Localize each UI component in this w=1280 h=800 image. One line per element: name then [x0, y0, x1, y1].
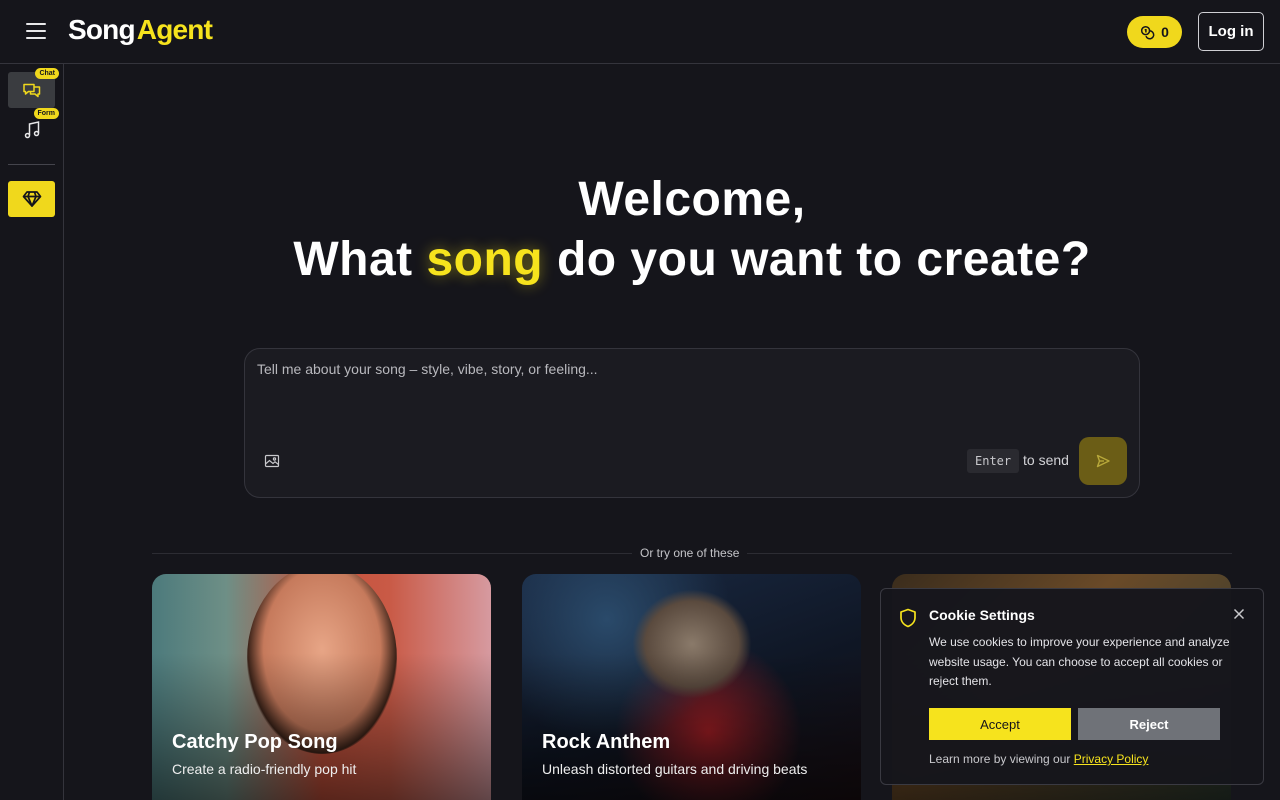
song-prompt-input[interactable] — [257, 359, 1117, 429]
sidebar-divider — [8, 164, 55, 165]
logo-song: Song — [68, 14, 136, 45]
cookie-title: Cookie Settings — [929, 607, 1035, 623]
card-title: Rock Anthem — [542, 731, 671, 753]
send-hint-text: to send — [1023, 452, 1069, 468]
cookie-foot-text: Learn more by viewing our — [929, 752, 1074, 766]
send-button[interactable] — [1079, 437, 1127, 485]
privacy-policy-link[interactable]: Privacy Policy — [1074, 752, 1149, 766]
hero-text-before: What — [293, 233, 427, 286]
menu-icon[interactable] — [26, 23, 46, 41]
image-upload-button[interactable] — [264, 453, 282, 471]
form-badge: Form — [33, 108, 59, 119]
credits-count: 0 — [1161, 24, 1169, 40]
top-header: SongAgent 0 Log in — [0, 0, 1280, 64]
cookie-settings-panel: Cookie Settings We use cookies to improv… — [880, 588, 1264, 785]
coins-icon — [1141, 25, 1155, 40]
song-prompt-box: Enter to send — [244, 348, 1140, 498]
hero-question: What song do you want to create? — [64, 230, 1280, 290]
enter-key-hint: Enter — [967, 449, 1020, 473]
suggestion-card-pop[interactable]: Catchy Pop Song Create a radio-friendly … — [152, 574, 491, 800]
suggestion-card-rock[interactable]: Rock Anthem Unleash distorted guitars an… — [522, 574, 861, 800]
sidebar-item-premium[interactable] — [8, 181, 55, 217]
diamond-icon — [22, 191, 41, 207]
reject-cookies-button[interactable]: Reject — [1078, 708, 1220, 740]
sidebar-item-chat[interactable]: Chat — [8, 68, 59, 108]
close-icon — [1233, 608, 1245, 620]
welcome-title: Welcome, — [578, 173, 806, 226]
sidebar: Chat Form — [0, 64, 64, 800]
hero-text-after: do you want to create? — [543, 233, 1091, 286]
music-note-icon — [24, 121, 39, 139]
card-title: Catchy Pop Song — [172, 731, 338, 753]
chat-badge: Chat — [35, 68, 59, 79]
close-button[interactable] — [1231, 606, 1247, 622]
send-icon — [1096, 454, 1110, 468]
image-icon — [264, 454, 280, 468]
accept-cookies-button[interactable]: Accept — [929, 708, 1071, 740]
hero-highlight: song — [426, 233, 544, 286]
sidebar-item-form[interactable]: Form — [8, 108, 59, 148]
credits-badge[interactable]: 0 — [1127, 16, 1182, 48]
card-subtitle: Unleash distorted guitars and driving be… — [542, 761, 808, 777]
login-button[interactable]: Log in — [1198, 12, 1264, 51]
suggestions-label: Or try one of these — [632, 546, 748, 561]
logo-agent: Agent — [136, 14, 213, 45]
chat-icon — [22, 83, 40, 98]
card-subtitle: Create a radio-friendly pop hit — [172, 761, 357, 777]
shield-icon — [900, 608, 916, 628]
cookie-description: We use cookies to improve your experienc… — [929, 635, 1230, 688]
cookie-footnote: Learn more by viewing our Privacy Policy — [929, 752, 1148, 766]
logo[interactable]: SongAgent — [68, 14, 213, 46]
